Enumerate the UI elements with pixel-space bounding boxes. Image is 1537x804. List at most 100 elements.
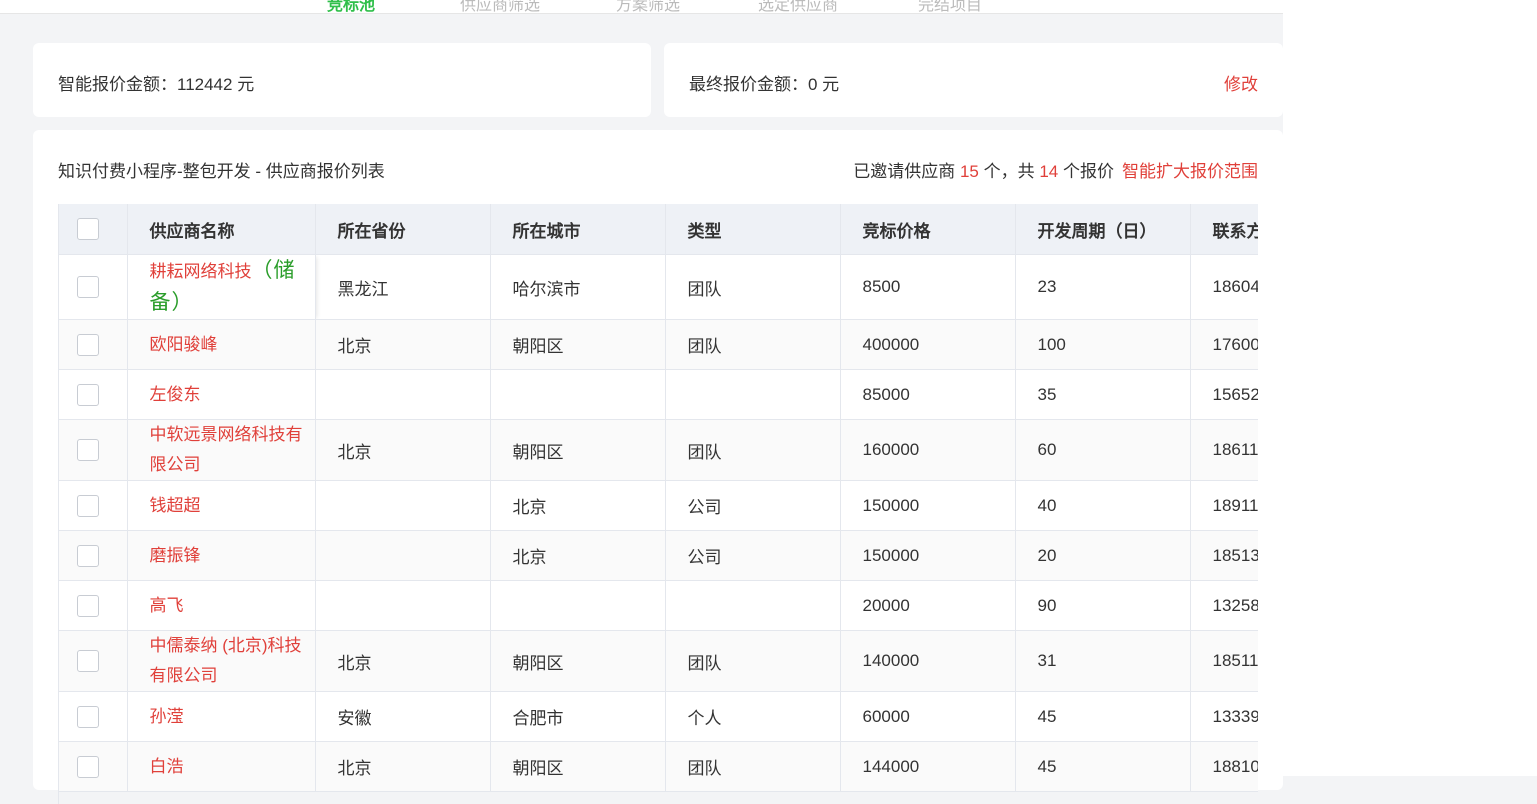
province-cell [315, 480, 491, 531]
province-cell: 北京 [315, 419, 491, 481]
supplier-quote-table: 供应商名称 所在省份 所在城市 类型 竞标价格 开发周期（日） 联系方式 耕耘网… [58, 204, 1258, 804]
edit-final-quote-link[interactable]: 修改 [1224, 70, 1258, 95]
supplier-name-link[interactable]: 白浩 [150, 757, 184, 776]
supplier-name-link[interactable]: 欧阳骏峰 [150, 335, 218, 354]
supplier-name-link[interactable]: 中软远景网络科技有限公司 [150, 425, 303, 474]
tab-supplier-filter[interactable]: 供应商筛选 [460, 0, 540, 13]
supplier-name-link[interactable]: 中儒泰纳 (北京)科技有限公司 [150, 636, 302, 685]
supplier-name-link[interactable]: 高飞 [150, 596, 184, 615]
city-cell: 北京 [490, 530, 666, 581]
supplier-name-link[interactable]: 左俊东 [150, 385, 201, 404]
supplier-name-link[interactable]: 孙滢 [150, 707, 184, 726]
province-cell [315, 530, 491, 581]
table-row: 磨振锋 北京 公司 150000 20 18513 [59, 530, 1258, 581]
contact-cell: 17600 [1190, 319, 1258, 370]
row-checkbox[interactable] [77, 333, 99, 356]
contact-cell: 18911 [1190, 480, 1258, 531]
top-nav: 竞标池 供应商筛选 方案筛选 选定供应商 完结项目 [0, 0, 1537, 14]
row-checkbox[interactable] [77, 650, 99, 672]
tab-selected-supplier[interactable]: 选定供应商 [758, 0, 838, 13]
province-cell: 黑龙江 [315, 254, 491, 320]
supplier-name-link[interactable]: 磨振锋 [150, 546, 201, 565]
table-row: 白浩 北京 朝阳区 团队 144000 45 18810 [59, 741, 1258, 792]
row-checkbox[interactable] [77, 276, 99, 298]
table-row: 左俊东 85000 35 15652 [59, 369, 1258, 420]
city-cell: 朝阳区 [490, 630, 666, 692]
table-row: 钱超超 北京 公司 150000 40 18911 [59, 480, 1258, 531]
supplier-name-cell: 钱超超 [127, 480, 316, 531]
price-cell: 60000 [840, 691, 1016, 742]
supplier-name-cell: 中儒泰纳 (北京)科技有限公司 [127, 630, 316, 692]
table-row: 孙滢 安徽 合肥市 个人 60000 45 13339 [59, 691, 1258, 742]
period-cell: 45 [1015, 741, 1191, 792]
period-cell: 31 [1015, 630, 1191, 692]
city-cell [490, 369, 666, 420]
row-checkbox[interactable] [77, 383, 99, 406]
city-cell: 北京 [490, 480, 666, 531]
contact-cell: 18604 [1190, 254, 1258, 320]
province-cell [315, 580, 491, 631]
row-checkbox[interactable] [77, 494, 99, 517]
col-supplier-name[interactable]: 供应商名称 [127, 204, 316, 255]
price-cell: 144000 [840, 741, 1016, 792]
row-checkbox[interactable] [77, 755, 99, 778]
province-cell: 北京 [315, 630, 491, 692]
col-price[interactable]: 竞标价格 [840, 204, 1016, 255]
row-select-cell [59, 741, 128, 792]
invite-suffix: 个报价 [1058, 162, 1114, 181]
row-select-cell [59, 580, 128, 631]
supplier-name-link[interactable]: 耕耘网络科技 [150, 262, 252, 281]
col-period[interactable]: 开发周期（日） [1015, 204, 1191, 255]
city-cell: 朝阳区 [490, 419, 666, 481]
period-cell: 35 [1015, 369, 1191, 420]
price-cell: 8500 [840, 254, 1016, 320]
type-cell: 团队 [665, 630, 841, 692]
table-row: 中儒泰纳 (北京)科技有限公司 北京 朝阳区 团队 140000 31 1851… [59, 630, 1258, 692]
period-cell: 20 [1015, 530, 1191, 581]
final-quote-amount: 最终报价金额：0 元 [689, 75, 840, 94]
tab-plan-filter[interactable]: 方案筛选 [616, 0, 680, 13]
contact-cell: 15652 [1190, 369, 1258, 420]
period-cell: 90 [1015, 580, 1191, 631]
supplier-name-cell: 孙滢 [127, 691, 316, 742]
invited-count: 15 [959, 162, 979, 181]
city-cell: 哈尔滨市 [490, 254, 666, 320]
table-row: 欧阳骏峰 北京 朝阳区 团队 400000 100 17600 [59, 319, 1258, 370]
type-cell: 公司 [665, 480, 841, 531]
col-city[interactable]: 所在城市 [490, 204, 666, 255]
contact-cell: 18511 [1190, 630, 1258, 692]
type-cell: 团队 [665, 254, 841, 320]
type-cell [665, 580, 841, 631]
supplier-name-link[interactable]: 钱超超 [150, 496, 201, 515]
quote-count: 14 [1039, 162, 1059, 181]
row-select-cell [59, 254, 128, 320]
price-cell: 140000 [840, 630, 1016, 692]
right-blank-area [1283, 13, 1537, 776]
row-checkbox[interactable] [77, 544, 99, 567]
expand-quote-range-link[interactable]: 智能扩大报价范围 [1122, 162, 1258, 181]
period-cell: 23 [1015, 254, 1191, 320]
select-all-checkbox[interactable] [77, 218, 99, 240]
supplier-name-cell: 磨振锋 [127, 530, 316, 581]
col-type[interactable]: 类型 [665, 204, 841, 255]
price-cell: 160000 [840, 419, 1016, 481]
tab-bid-pool[interactable]: 竞标池 [327, 0, 375, 13]
province-cell: 北京 [315, 319, 491, 370]
row-checkbox[interactable] [77, 594, 99, 617]
tab-finished-project[interactable]: 完结项目 [918, 0, 982, 13]
row-select-cell [59, 369, 128, 420]
city-cell: 朝阳区 [490, 741, 666, 792]
contact-cell: 18513 [1190, 530, 1258, 581]
period-cell: 60 [1015, 419, 1191, 481]
province-cell: 安徽 [315, 691, 491, 742]
table-header-row: 供应商名称 所在省份 所在城市 类型 竞标价格 开发周期（日） 联系方式 [59, 204, 1258, 255]
row-select-cell [59, 319, 128, 370]
col-province[interactable]: 所在省份 [315, 204, 491, 255]
row-checkbox[interactable] [77, 439, 99, 461]
contact-cell: 18611 [1190, 419, 1258, 481]
invite-prefix: 已邀请供应商 [853, 162, 960, 181]
col-contact[interactable]: 联系方式 [1190, 204, 1258, 255]
type-cell: 团队 [665, 419, 841, 481]
row-checkbox[interactable] [77, 705, 99, 728]
city-cell: 合肥市 [490, 691, 666, 742]
